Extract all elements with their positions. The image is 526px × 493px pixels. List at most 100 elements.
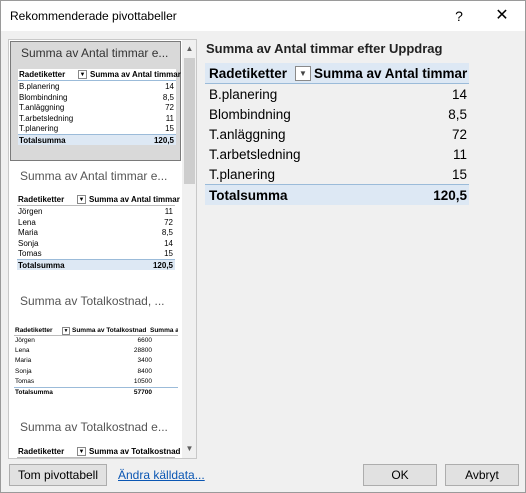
preview-header: Radetiketter ▼ Summa av Antal timmar bbox=[205, 63, 469, 84]
recommendation-card-4[interactable]: Summa av Totalkostnad e... Radetiketter … bbox=[10, 414, 181, 458]
table-row: B.planering 14 bbox=[18, 81, 176, 92]
scroll-up-icon[interactable]: ▲ bbox=[182, 42, 196, 56]
total-row: Totalsumma 57700 bbox=[14, 386, 178, 397]
table-row: Tomas 15 bbox=[17, 248, 175, 259]
table-row: Blombindning 8,5 bbox=[18, 92, 176, 103]
table-row: Jörgen 6600 bbox=[14, 336, 178, 346]
total-value: 57700 bbox=[133, 388, 152, 396]
row-label: Blombindning bbox=[209, 107, 291, 122]
row-label: B.planering bbox=[19, 82, 60, 91]
card-title: Summa av Antal timmar e... bbox=[21, 46, 169, 60]
table-row: Jörgen 11 bbox=[17, 206, 175, 217]
row-value: 72 bbox=[451, 127, 467, 142]
change-source-link[interactable]: Ändra källdata... bbox=[118, 468, 205, 482]
row-value: 3400 bbox=[137, 357, 152, 365]
recommendation-list[interactable]: Summa av Antal timmar e... Radetiketter … bbox=[8, 39, 197, 459]
preview-pivot-table: Radetiketter ▼ Summa av Antal timmar B.p… bbox=[205, 63, 469, 205]
table-row: Maria 3400 bbox=[14, 356, 178, 366]
row-label: T.planering bbox=[19, 124, 59, 133]
row-value: 11 bbox=[164, 207, 173, 216]
table-row: Sonja 14 bbox=[17, 238, 175, 249]
header-row-labels: Radetiketter bbox=[209, 66, 288, 81]
row-label: Jörgen bbox=[18, 207, 43, 216]
total-label: Totalsumma bbox=[18, 260, 65, 270]
help-icon[interactable]: ? bbox=[449, 7, 469, 25]
recommended-pivot-dialog: Rekommenderade pivottabeller ? ✕ Summa a… bbox=[0, 0, 526, 493]
row-value: 10500 bbox=[133, 377, 152, 385]
row-value: 72 bbox=[165, 103, 174, 112]
table-row: Lena 28800 bbox=[14, 346, 178, 356]
cancel-button[interactable]: Avbryt bbox=[445, 464, 519, 486]
row-value: 28800 bbox=[133, 347, 152, 355]
total-label: Totalsumma bbox=[209, 188, 288, 203]
header-value: Summa av Antal timmar bbox=[89, 195, 180, 204]
row-value: 15 bbox=[165, 124, 174, 133]
row-label: Tomas bbox=[18, 249, 42, 258]
total-label: Totalsumma bbox=[15, 388, 53, 396]
chevron-down-icon: ▼ bbox=[77, 195, 86, 204]
row-label: Sonja bbox=[18, 238, 39, 248]
table-row: T.anläggning 72 bbox=[205, 124, 469, 144]
mini-pivot-table: Radetiketter ▼ Summa av Totalkostnad bbox=[17, 446, 180, 458]
row-value: 11 bbox=[165, 113, 174, 123]
row-label: B.planering bbox=[209, 87, 278, 102]
header-value-2: Summa av bbox=[150, 327, 178, 334]
table-row: T.anläggning 72 bbox=[18, 102, 176, 113]
recommendation-card-1[interactable]: Summa av Antal timmar e... Radetiketter … bbox=[10, 41, 181, 161]
row-label: Blombindning bbox=[19, 92, 68, 102]
list-scrollbar[interactable]: ▲ ▼ bbox=[182, 40, 196, 458]
header-row-labels: Radetiketter bbox=[19, 70, 66, 79]
chevron-down-icon: ▼ bbox=[62, 327, 70, 335]
mini-pivot-table: Radetiketter ▼ Summa av Antal timmar Jör… bbox=[17, 194, 180, 270]
table-row: Tomas 10500 bbox=[14, 377, 178, 387]
row-value: 6600 bbox=[137, 337, 152, 344]
table-row: Maria 8,5 bbox=[17, 227, 175, 238]
table-row: T.arbetsledning 11 bbox=[18, 113, 176, 124]
table-row: Sonja 8400 bbox=[14, 367, 178, 377]
empty-pivot-button[interactable]: Tom pivottabell bbox=[9, 464, 107, 486]
header-row-labels: Radetiketter bbox=[18, 195, 65, 204]
row-value: 14 bbox=[164, 238, 173, 248]
table-row: T.arbetsledning 11 bbox=[205, 144, 469, 164]
row-value: 72 bbox=[164, 217, 173, 227]
table-row: Blombindning 8,5 bbox=[205, 104, 469, 124]
total-value: 120,5 bbox=[152, 260, 173, 270]
ok-button[interactable]: OK bbox=[363, 464, 437, 486]
row-label: T.anläggning bbox=[209, 127, 286, 142]
total-row: Totalsumma 120,5 bbox=[17, 258, 175, 270]
table-row: T.planering 15 bbox=[205, 164, 469, 184]
row-label: T.anläggning bbox=[19, 103, 65, 112]
total-value: 120,5 bbox=[153, 135, 174, 145]
header-value: Summa av Antal timmar bbox=[90, 70, 181, 79]
row-value: 14 bbox=[165, 82, 174, 91]
row-label: Sonja bbox=[15, 367, 32, 375]
table-row: T.planering 15 bbox=[18, 123, 176, 134]
row-label: Tomas bbox=[15, 377, 35, 385]
row-label: Jörgen bbox=[15, 337, 35, 344]
row-value: 15 bbox=[164, 249, 173, 258]
mini-pivot-table: Radetiketter ▼ Summa av Totalkostnad Sum… bbox=[14, 326, 178, 397]
scrollbar-thumb[interactable] bbox=[184, 58, 195, 184]
row-value: 8400 bbox=[137, 367, 152, 375]
recommendation-card-2[interactable]: Summa av Antal timmar e... Radetiketter … bbox=[10, 164, 181, 286]
card-title: Summa av Totalkostnad e... bbox=[20, 420, 168, 434]
mini-header: Radetiketter ▼ Summa av Antal timmar bbox=[18, 69, 181, 81]
row-label: Lena bbox=[15, 347, 30, 355]
row-label: T.planering bbox=[209, 167, 276, 182]
card-title: Summa av Antal timmar e... bbox=[20, 169, 168, 183]
row-value: 11 bbox=[452, 147, 467, 162]
row-label: T.arbetsledning bbox=[209, 147, 301, 162]
row-value: 15 bbox=[451, 167, 467, 182]
title-bar: Rekommenderade pivottabeller ? ✕ bbox=[1, 1, 525, 31]
close-icon[interactable]: ✕ bbox=[491, 5, 513, 27]
scroll-down-icon[interactable]: ▼ bbox=[182, 442, 196, 456]
mini-pivot-table: Radetiketter ▼ Summa av Antal timmar B.p… bbox=[18, 69, 181, 145]
chevron-down-icon: ▼ bbox=[295, 66, 311, 81]
preview-title: Summa av Antal timmar efter Uppdrag bbox=[206, 41, 443, 56]
row-value: 14 bbox=[451, 87, 467, 102]
mini-header: Radetiketter ▼ Summa av Totalkostnad Sum… bbox=[14, 326, 178, 336]
total-row: Totalsumma 120,5 bbox=[18, 133, 176, 145]
recommendation-card-3[interactable]: Summa av Totalkostnad, ... Radetiketter … bbox=[10, 290, 181, 410]
row-value: 8,5 bbox=[162, 92, 174, 102]
row-label: Maria bbox=[15, 357, 32, 365]
